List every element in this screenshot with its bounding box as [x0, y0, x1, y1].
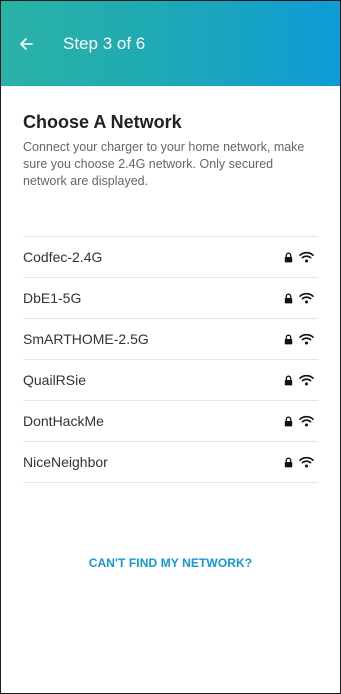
- wifi-icon: [299, 374, 314, 386]
- network-item[interactable]: QuailRSie: [23, 360, 318, 401]
- page-title: Choose A Network: [23, 112, 182, 132]
- lock-icon: [284, 416, 293, 427]
- network-name: DbE1-5G: [23, 290, 82, 306]
- main-content: Choose A Network Connect your charger to…: [1, 112, 340, 483]
- network-item[interactable]: DbE1-5G: [23, 278, 318, 319]
- wifi-icon: [299, 292, 314, 304]
- network-list: Codfec-2.4G DbE1-5G SmARTHOME-2.5G Quail…: [23, 236, 318, 483]
- cant-find-network-link[interactable]: CAN'T FIND MY NETWORK?: [1, 556, 340, 570]
- network-item[interactable]: NiceNeighbor: [23, 442, 318, 483]
- lock-icon: [284, 334, 293, 345]
- lock-icon: [284, 293, 293, 304]
- back-button[interactable]: [19, 30, 47, 58]
- wifi-icon: [299, 251, 314, 263]
- app-screen: Step 3 of 6 Choose A Network Connect you…: [0, 0, 341, 694]
- header-bar: Step 3 of 6: [1, 1, 340, 86]
- lock-icon: [284, 457, 293, 468]
- network-item[interactable]: Codfec-2.4G: [23, 237, 318, 278]
- step-indicator: Step 3 of 6: [63, 33, 146, 53]
- wifi-icon: [299, 456, 314, 468]
- network-item[interactable]: DontHackMe: [23, 401, 318, 442]
- network-item[interactable]: SmARTHOME-2.5G: [23, 319, 318, 360]
- network-name: DontHackMe: [23, 413, 104, 429]
- network-name: Codfec-2.4G: [23, 249, 103, 265]
- wifi-icon: [299, 415, 314, 427]
- page-description: Connect your charger to your home networ…: [23, 140, 305, 188]
- lock-icon: [284, 252, 293, 263]
- lock-icon: [284, 375, 293, 386]
- network-name: NiceNeighbor: [23, 454, 108, 470]
- network-name: QuailRSie: [23, 372, 87, 388]
- network-name: SmARTHOME-2.5G: [23, 331, 149, 347]
- arrow-left-icon: [19, 37, 33, 51]
- wifi-icon: [299, 333, 314, 345]
